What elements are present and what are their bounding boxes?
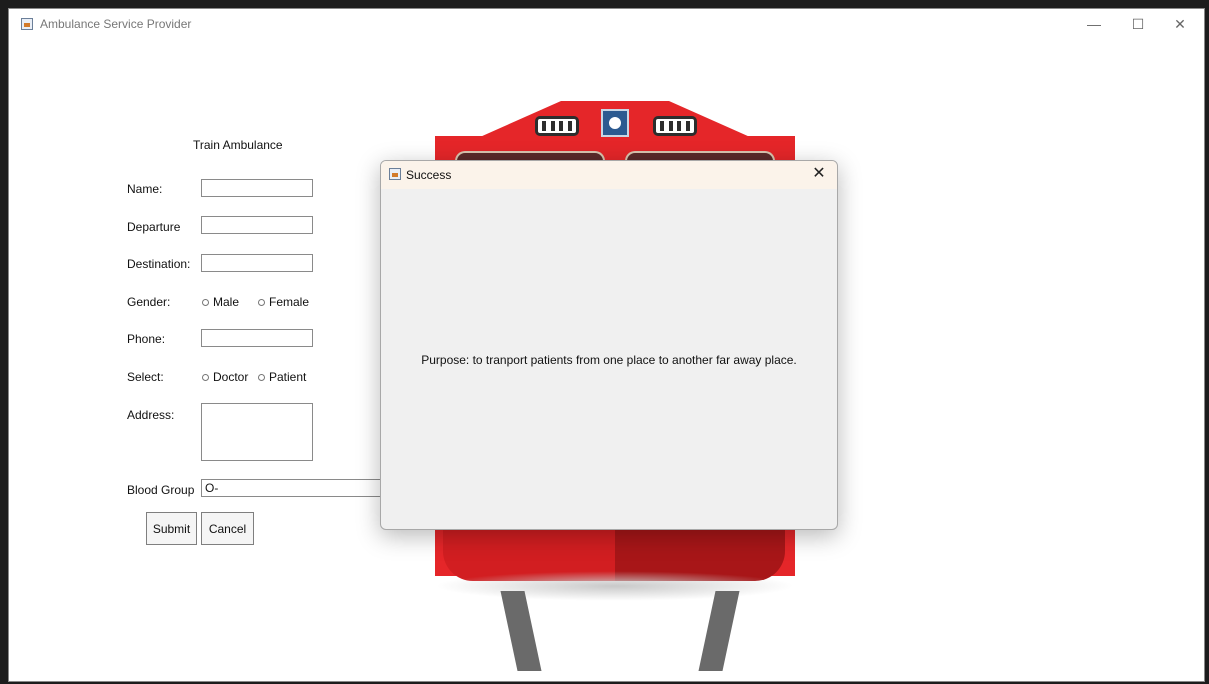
rail-right	[698, 591, 740, 671]
phone-input[interactable]	[201, 329, 313, 347]
destination-label: Destination:	[127, 257, 191, 271]
dialog-message: Purpose: to tranport patients from one p…	[421, 353, 797, 367]
train-headlight-right	[653, 116, 697, 136]
dialog-close-button[interactable]: ✕	[809, 164, 829, 184]
window-titlebar[interactable]: Ambulance Service Provider — ☐ ✕	[9, 9, 1204, 39]
blood-group-value: O-	[205, 481, 219, 495]
train-headlight-left	[535, 116, 579, 136]
gender-male-radio[interactable]: Male	[202, 295, 239, 309]
maximize-button[interactable]: ☐	[1120, 13, 1156, 35]
radio-circle-icon	[202, 373, 209, 381]
java-app-icon	[21, 18, 33, 30]
gender-female-radio[interactable]: Female	[258, 295, 309, 309]
select-patient-label: Patient	[269, 370, 307, 384]
radio-circle-icon	[258, 298, 265, 306]
train-emblem-icon	[601, 109, 629, 137]
rail-left	[500, 591, 542, 671]
form-title: Train Ambulance	[193, 138, 283, 152]
phone-label: Phone:	[127, 332, 166, 346]
select-doctor-label: Doctor	[213, 370, 249, 384]
select-label: Select:	[127, 370, 164, 384]
cancel-button[interactable]: Cancel	[201, 512, 254, 545]
address-label: Address:	[127, 408, 175, 422]
blood-group-select[interactable]: O- ⌄	[201, 479, 393, 497]
submit-button[interactable]: Submit	[146, 512, 197, 545]
name-label: Name:	[127, 182, 163, 196]
destination-input[interactable]	[201, 254, 313, 272]
java-app-icon	[389, 168, 401, 180]
dialog-title: Success	[406, 168, 452, 182]
select-doctor-radio[interactable]: Doctor	[202, 370, 248, 384]
close-button[interactable]: ✕	[1162, 13, 1198, 35]
success-dialog: Success ✕ Purpose: to tranport patients …	[380, 160, 838, 530]
select-patient-radio[interactable]: Patient	[258, 370, 306, 384]
address-textarea[interactable]	[201, 403, 313, 461]
gender-label: Gender:	[127, 295, 171, 309]
minimize-button[interactable]: —	[1076, 13, 1112, 35]
radio-circle-icon	[258, 373, 265, 381]
name-input[interactable]	[201, 179, 313, 197]
blood-group-label: Blood Group	[127, 483, 195, 497]
departure-label: Departure	[127, 220, 181, 234]
gender-female-label: Female	[269, 295, 310, 309]
dialog-titlebar[interactable]: Success ✕	[381, 161, 837, 189]
train-shadow	[435, 571, 795, 601]
window-title: Ambulance Service Provider	[40, 17, 192, 31]
gender-male-label: Male	[213, 295, 240, 309]
departure-input[interactable]	[201, 216, 313, 234]
radio-circle-icon	[202, 298, 209, 306]
